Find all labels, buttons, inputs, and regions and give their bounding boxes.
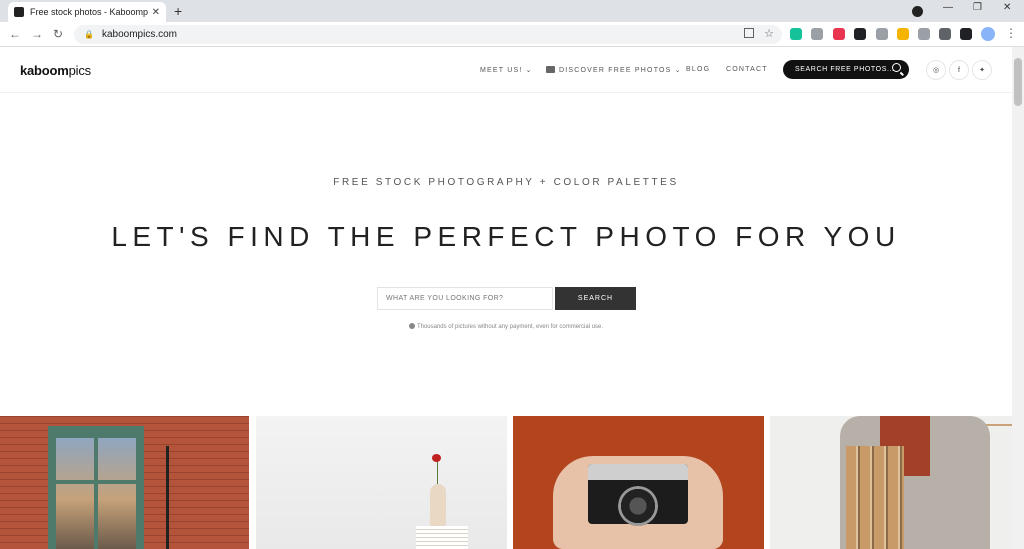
tab-title: Free stock photos - Kaboompics (30, 7, 148, 17)
flower-stem (437, 460, 438, 486)
reload-button[interactable]: ↻ (53, 27, 63, 41)
nav-blog[interactable]: BLOG (686, 66, 710, 73)
street-lamp (166, 446, 169, 549)
camera-lens (618, 486, 658, 526)
new-tab-button[interactable]: + (174, 3, 182, 19)
camera-icon (546, 66, 555, 73)
url-text[interactable]: kaboompics.com (102, 29, 177, 40)
extension-code-icon[interactable] (918, 28, 930, 40)
window-bar (94, 438, 98, 549)
photo-brick-window[interactable] (0, 416, 249, 549)
hero-title: LET'S FIND THE PERFECT PHOTO FOR YOU (111, 221, 901, 252)
header-search-label: SEARCH FREE PHOTOS... (795, 66, 895, 73)
facebook-icon[interactable]: f (949, 60, 969, 80)
hero-hint: Thousands of pictures without any paymen… (0, 323, 1012, 330)
held-books (846, 446, 904, 549)
header-search-button[interactable]: SEARCH FREE PHOTOS... (783, 60, 909, 79)
adblock-icon[interactable] (833, 28, 845, 40)
web-page: kaboompics MEET US! ⌄ DISCOVER FREE PHOT… (0, 47, 1012, 549)
tab-strip: Free stock photos - Kaboompics ✕ + — ❐ ✕ (0, 0, 1024, 22)
grammarly-icon[interactable] (790, 28, 802, 40)
extension-chat-icon[interactable] (811, 28, 823, 40)
photo-vase-flower[interactable] (256, 416, 507, 549)
nav-contact[interactable]: CONTACT (726, 66, 768, 73)
vase (430, 484, 446, 528)
window-bar (56, 480, 136, 484)
lock-icon[interactable]: 🔒 (84, 30, 94, 39)
search-button[interactable]: SEARCH (555, 287, 636, 310)
qr-code-icon[interactable] (744, 28, 754, 38)
bookmark-star-icon[interactable]: ☆ (764, 27, 774, 40)
puzzle-icon[interactable] (939, 28, 951, 40)
browser-menu-icon[interactable]: ⋮ (1005, 26, 1017, 40)
search-input[interactable] (377, 287, 553, 310)
window-frame (48, 426, 144, 549)
twitter-icon[interactable]: ✦ (972, 60, 992, 80)
page-scrollbar[interactable] (1012, 47, 1024, 549)
logo-light-text: pics (68, 63, 92, 78)
photo-grid (0, 416, 1012, 549)
photo-film-camera[interactable] (513, 416, 764, 549)
profile-avatar[interactable] (981, 27, 995, 41)
extension-dark-icon[interactable] (854, 28, 866, 40)
red-flower (432, 454, 441, 462)
color-wheel-icon[interactable] (897, 28, 909, 40)
tab-close-icon[interactable]: ✕ (152, 7, 160, 18)
site-logo[interactable]: kaboompics (20, 63, 91, 78)
logo-bold-text: kaboom (20, 63, 69, 78)
search-icon (892, 63, 901, 72)
book-stack (416, 526, 468, 549)
profile-menu-icon[interactable] (912, 6, 923, 17)
nav-discover-free-photos[interactable]: DISCOVER FREE PHOTOS ⌄ (546, 66, 682, 74)
info-icon (408, 323, 415, 329)
back-button[interactable]: ← (9, 27, 21, 41)
forward-button[interactable]: → (31, 27, 43, 41)
minimize-button[interactable]: — (943, 2, 953, 13)
shelf (986, 424, 1012, 426)
scrollbar-thumb[interactable] (1014, 58, 1022, 106)
address-toolbar: ← → ↻ 🔒 kaboompics.com ☆ (0, 22, 1024, 47)
browser-tab[interactable]: Free stock photos - Kaboompics ✕ (8, 2, 166, 22)
instagram-icon[interactable]: ◎ (926, 60, 946, 80)
nav-meet-us[interactable]: MEET US! ⌄ (480, 66, 533, 74)
site-favicon-icon (14, 7, 24, 17)
nav-discover-label: DISCOVER FREE PHOTOS ⌄ (559, 67, 682, 74)
window-close-button[interactable]: ✕ (1003, 2, 1011, 13)
site-header: kaboompics MEET US! ⌄ DISCOVER FREE PHOT… (0, 47, 1012, 93)
hero-subtitle: FREE STOCK PHOTOGRAPHY + COLOR PALETTES (333, 177, 679, 188)
restore-button[interactable]: ❐ (973, 2, 982, 13)
hint-text: Thousands of pictures without any paymen… (416, 324, 604, 330)
reading-list-icon[interactable] (960, 28, 972, 40)
camera-top (588, 464, 688, 480)
extension-badge-icon[interactable] (876, 28, 888, 40)
photo-woman-books[interactable] (770, 416, 1012, 549)
address-bar[interactable]: 🔒 kaboompics.com ☆ (74, 25, 782, 44)
